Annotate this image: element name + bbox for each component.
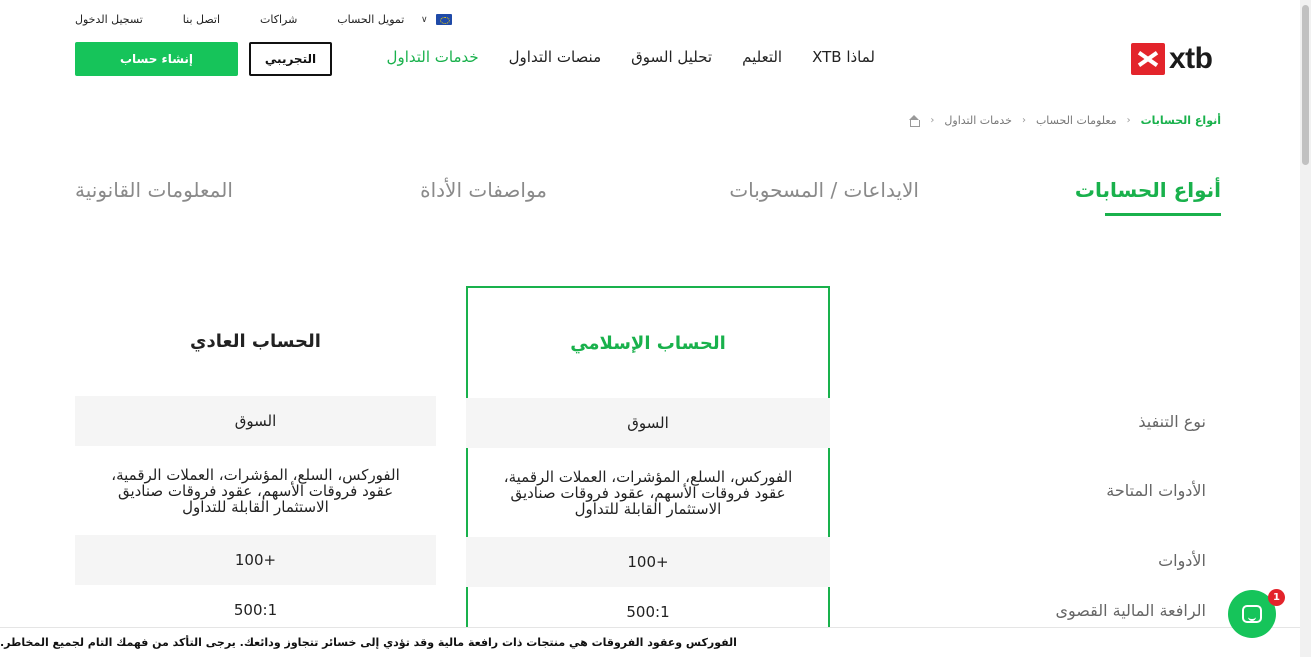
xtb-logo-icon <box>1131 43 1165 75</box>
nav-trading-platforms[interactable]: منصات التداول <box>509 48 601 66</box>
nav-education[interactable]: التعليم <box>742 48 782 66</box>
partners-link[interactable]: شراكات <box>260 13 297 26</box>
tab-legal-info[interactable]: المعلومات القانونية <box>75 178 233 202</box>
chevron-left-icon: ‹ <box>1126 115 1131 126</box>
flag-icon <box>435 14 452 25</box>
islamic-instruments-cell: الفوركس، السلع، المؤشرات، العملات الرقمي… <box>503 467 793 518</box>
islamic-instrument-count-cell: +100 <box>466 537 830 587</box>
scrollbar-thumb[interactable] <box>1302 5 1309 165</box>
tab-account-types[interactable]: أنواع الحسابات <box>1075 178 1221 202</box>
brand-logo[interactable]: xtb <box>1131 42 1213 76</box>
home-icon[interactable] <box>908 114 921 127</box>
nav-trading-services[interactable]: خدمات التداول <box>387 48 479 66</box>
chevron-left-icon: ‹ <box>1021 115 1026 126</box>
chat-icon <box>1242 605 1262 623</box>
row-label-available-instruments: الأدوات المتاحة <box>1106 481 1206 500</box>
main-navigation: خدمات التداول منصات التداول تحليل السوق … <box>387 48 875 66</box>
nav-why-xtb[interactable]: لماذا XTB <box>812 48 875 66</box>
active-tab-indicator <box>1105 213 1221 216</box>
standard-instrument-count-cell: +100 <box>75 535 436 585</box>
chat-notification-badge: 1 <box>1268 589 1285 606</box>
standard-account-title: الحساب العادي <box>190 330 321 352</box>
islamic-account-title: الحساب الإسلامي <box>570 332 726 354</box>
standard-account-column: الحساب العادي السوق الفوركس، السلع، المؤ… <box>75 286 436 635</box>
table-row-labels: نوع التنفيذ الأدوات المتاحة الأدوات الرا… <box>906 396 1206 635</box>
breadcrumb-trading-services[interactable]: خدمات التداول <box>944 114 1012 127</box>
page-scrollbar[interactable] <box>1300 0 1311 657</box>
chevron-down-icon: ∨ <box>421 14 428 25</box>
chevron-left-icon: ‹ <box>930 115 935 126</box>
language-selector[interactable]: ∨ <box>421 14 452 25</box>
contact-link[interactable]: اتصل بنا <box>183 13 220 26</box>
top-utility-bar: تسجيل الدخول اتصل بنا شراكات تمويل الحسا… <box>0 11 1311 31</box>
tab-instrument-specs[interactable]: مواصفات الأداة <box>420 178 547 202</box>
standard-instruments-cell: الفوركس، السلع، المؤشرات، العملات الرقمي… <box>111 465 400 516</box>
risk-warning-bar: الفوركس وعقود الفروقات هي منتجات ذات راف… <box>0 627 1300 657</box>
login-link[interactable]: تسجيل الدخول <box>75 13 143 26</box>
breadcrumb: ‹ خدمات التداول ‹ معلومات الحساب ‹ أنواع… <box>908 114 1221 127</box>
row-label-instruments: الأدوات <box>1158 550 1206 570</box>
breadcrumb-account-info[interactable]: معلومات الحساب <box>1036 114 1117 127</box>
tab-deposits-withdrawals[interactable]: الايداعات / المسحوبات <box>729 178 919 202</box>
nav-market-analysis[interactable]: تحليل السوق <box>631 48 712 66</box>
section-tabs: أنواع الحسابات الايداعات / المسحوبات موا… <box>75 178 1221 218</box>
utility-links: تسجيل الدخول اتصل بنا شراكات تمويل الحسا… <box>75 13 404 26</box>
standard-execution-cell: السوق <box>75 396 436 446</box>
funding-link[interactable]: تمويل الحساب <box>337 13 404 26</box>
open-account-button[interactable]: إنشاء حساب <box>75 42 238 76</box>
demo-account-button[interactable]: التجريبي <box>249 42 332 76</box>
islamic-account-column: الحساب الإسلامي السوق الفوركس، السلع، ال… <box>466 286 830 657</box>
brand-name: xtb <box>1169 42 1213 75</box>
row-label-execution: نوع التنفيذ <box>1138 411 1206 431</box>
islamic-execution-cell: السوق <box>466 398 830 448</box>
breadcrumb-current: أنواع الحسابات <box>1140 114 1221 127</box>
